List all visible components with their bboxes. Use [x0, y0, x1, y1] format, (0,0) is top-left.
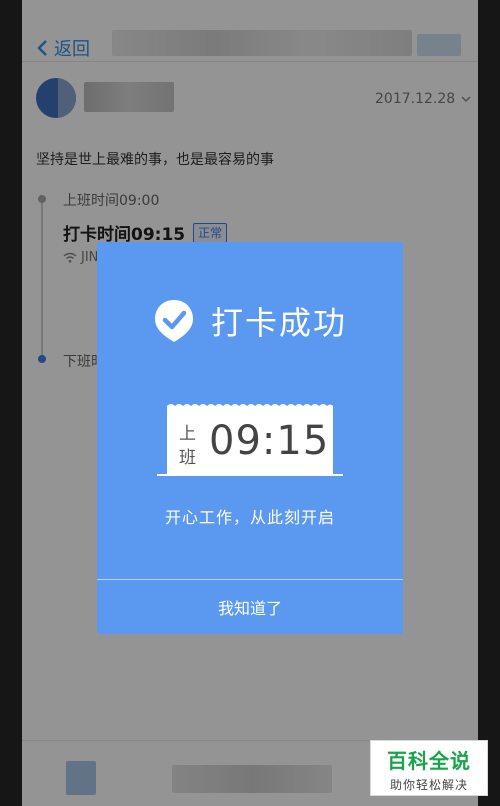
- dialog-title: 打卡成功: [210, 304, 347, 342]
- ticket-base-line: [157, 474, 343, 476]
- watermark-subtitle: 助你轻松解决: [389, 778, 468, 792]
- watermark-title: 百科全说: [387, 749, 471, 773]
- watermark-logo: 百科全说 助你轻松解决: [370, 740, 488, 796]
- ticket-time: 09:15: [209, 418, 330, 464]
- dialog-title-row: 打卡成功: [97, 297, 403, 345]
- confirm-button[interactable]: 我知道了: [97, 580, 403, 634]
- clock-in-success-dialog: 打卡成功 上班 09:15 开心工作，从此刻开启 我知道了: [97, 242, 403, 634]
- dialog-subtitle: 开心工作，从此刻开启: [164, 508, 335, 527]
- check-badge-icon: [154, 300, 193, 342]
- ticket-perforation: [167, 404, 333, 410]
- time-ticket: 上班 09:15: [167, 404, 333, 476]
- ticket-label: 上班: [179, 424, 196, 468]
